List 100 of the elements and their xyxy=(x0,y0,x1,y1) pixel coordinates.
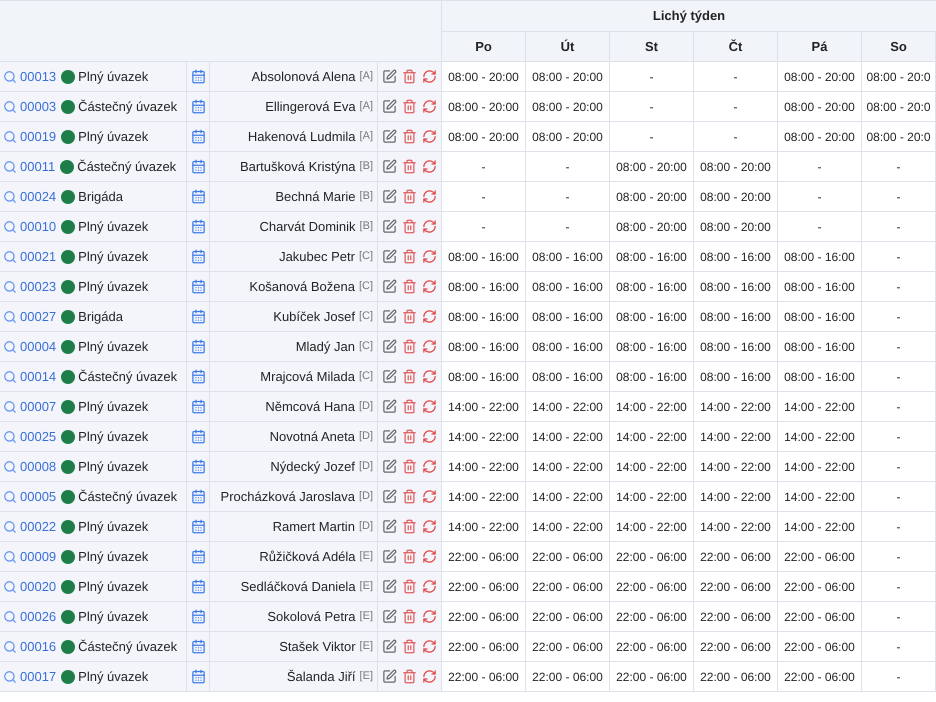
trash-icon[interactable] xyxy=(402,399,417,414)
trash-icon[interactable] xyxy=(402,429,417,444)
employee-id-link[interactable]: 00023 xyxy=(20,276,56,296)
employee-id-link[interactable]: 00027 xyxy=(20,306,56,326)
calendar-icon[interactable] xyxy=(190,69,206,84)
edit-icon[interactable] xyxy=(382,219,397,234)
refresh-icon[interactable] xyxy=(422,549,437,564)
search-icon[interactable] xyxy=(3,130,17,144)
trash-icon[interactable] xyxy=(402,369,417,384)
refresh-icon[interactable] xyxy=(422,669,437,684)
calendar-icon[interactable] xyxy=(190,99,206,114)
search-icon[interactable] xyxy=(3,670,17,684)
trash-icon[interactable] xyxy=(402,519,417,534)
search-icon[interactable] xyxy=(3,100,17,114)
refresh-icon[interactable] xyxy=(422,279,437,294)
edit-icon[interactable] xyxy=(382,609,397,624)
refresh-icon[interactable] xyxy=(422,249,437,264)
calendar-icon[interactable] xyxy=(190,609,206,624)
employee-id-link[interactable]: 00011 xyxy=(20,156,56,176)
calendar-icon[interactable] xyxy=(190,309,206,324)
refresh-icon[interactable] xyxy=(422,69,437,84)
edit-icon[interactable] xyxy=(382,249,397,264)
calendar-icon[interactable] xyxy=(190,189,206,204)
trash-icon[interactable] xyxy=(402,69,417,84)
edit-icon[interactable] xyxy=(382,549,397,564)
trash-icon[interactable] xyxy=(402,339,417,354)
refresh-icon[interactable] xyxy=(422,99,437,114)
trash-icon[interactable] xyxy=(402,609,417,624)
refresh-icon[interactable] xyxy=(422,369,437,384)
employee-id-link[interactable]: 00024 xyxy=(20,186,56,206)
employee-id-link[interactable]: 00020 xyxy=(20,576,56,596)
refresh-icon[interactable] xyxy=(422,609,437,624)
edit-icon[interactable] xyxy=(382,129,397,144)
trash-icon[interactable] xyxy=(402,489,417,504)
edit-icon[interactable] xyxy=(382,639,397,654)
calendar-icon[interactable] xyxy=(190,339,206,354)
edit-icon[interactable] xyxy=(382,99,397,114)
edit-icon[interactable] xyxy=(382,339,397,354)
trash-icon[interactable] xyxy=(402,459,417,474)
trash-icon[interactable] xyxy=(402,669,417,684)
employee-id-link[interactable]: 00019 xyxy=(20,126,56,146)
search-icon[interactable] xyxy=(3,430,17,444)
calendar-icon[interactable] xyxy=(190,429,206,444)
trash-icon[interactable] xyxy=(402,159,417,174)
trash-icon[interactable] xyxy=(402,639,417,654)
refresh-icon[interactable] xyxy=(422,129,437,144)
edit-icon[interactable] xyxy=(382,279,397,294)
search-icon[interactable] xyxy=(3,610,17,624)
search-icon[interactable] xyxy=(3,400,17,414)
employee-id-link[interactable]: 00003 xyxy=(20,96,56,116)
calendar-icon[interactable] xyxy=(190,369,206,384)
search-icon[interactable] xyxy=(3,550,17,564)
employee-id-link[interactable]: 00017 xyxy=(20,666,56,686)
trash-icon[interactable] xyxy=(402,219,417,234)
refresh-icon[interactable] xyxy=(422,219,437,234)
search-icon[interactable] xyxy=(3,580,17,594)
employee-id-link[interactable]: 00016 xyxy=(20,636,56,656)
search-icon[interactable] xyxy=(3,190,17,204)
calendar-icon[interactable] xyxy=(190,249,206,264)
search-icon[interactable] xyxy=(3,460,17,474)
calendar-icon[interactable] xyxy=(190,549,206,564)
refresh-icon[interactable] xyxy=(422,459,437,474)
search-icon[interactable] xyxy=(3,640,17,654)
refresh-icon[interactable] xyxy=(422,399,437,414)
employee-id-link[interactable]: 00013 xyxy=(20,66,56,86)
calendar-icon[interactable] xyxy=(190,639,206,654)
employee-id-link[interactable]: 00007 xyxy=(20,396,56,416)
calendar-icon[interactable] xyxy=(190,579,206,594)
trash-icon[interactable] xyxy=(402,249,417,264)
refresh-icon[interactable] xyxy=(422,519,437,534)
search-icon[interactable] xyxy=(3,70,17,84)
employee-id-link[interactable]: 00009 xyxy=(20,546,56,566)
refresh-icon[interactable] xyxy=(422,189,437,204)
search-icon[interactable] xyxy=(3,280,17,294)
edit-icon[interactable] xyxy=(382,489,397,504)
calendar-icon[interactable] xyxy=(190,399,206,414)
search-icon[interactable] xyxy=(3,310,17,324)
search-icon[interactable] xyxy=(3,520,17,534)
trash-icon[interactable] xyxy=(402,99,417,114)
search-icon[interactable] xyxy=(3,220,17,234)
edit-icon[interactable] xyxy=(382,189,397,204)
employee-id-link[interactable]: 00026 xyxy=(20,606,56,626)
trash-icon[interactable] xyxy=(402,549,417,564)
edit-icon[interactable] xyxy=(382,369,397,384)
calendar-icon[interactable] xyxy=(190,219,206,234)
refresh-icon[interactable] xyxy=(422,489,437,504)
refresh-icon[interactable] xyxy=(422,309,437,324)
search-icon[interactable] xyxy=(3,370,17,384)
search-icon[interactable] xyxy=(3,340,17,354)
edit-icon[interactable] xyxy=(382,669,397,684)
trash-icon[interactable] xyxy=(402,129,417,144)
calendar-icon[interactable] xyxy=(190,159,206,174)
edit-icon[interactable] xyxy=(382,69,397,84)
refresh-icon[interactable] xyxy=(422,429,437,444)
search-icon[interactable] xyxy=(3,160,17,174)
employee-id-link[interactable]: 00005 xyxy=(20,486,56,506)
search-icon[interactable] xyxy=(3,490,17,504)
employee-id-link[interactable]: 00014 xyxy=(20,366,56,386)
employee-id-link[interactable]: 00004 xyxy=(20,336,56,356)
edit-icon[interactable] xyxy=(382,429,397,444)
